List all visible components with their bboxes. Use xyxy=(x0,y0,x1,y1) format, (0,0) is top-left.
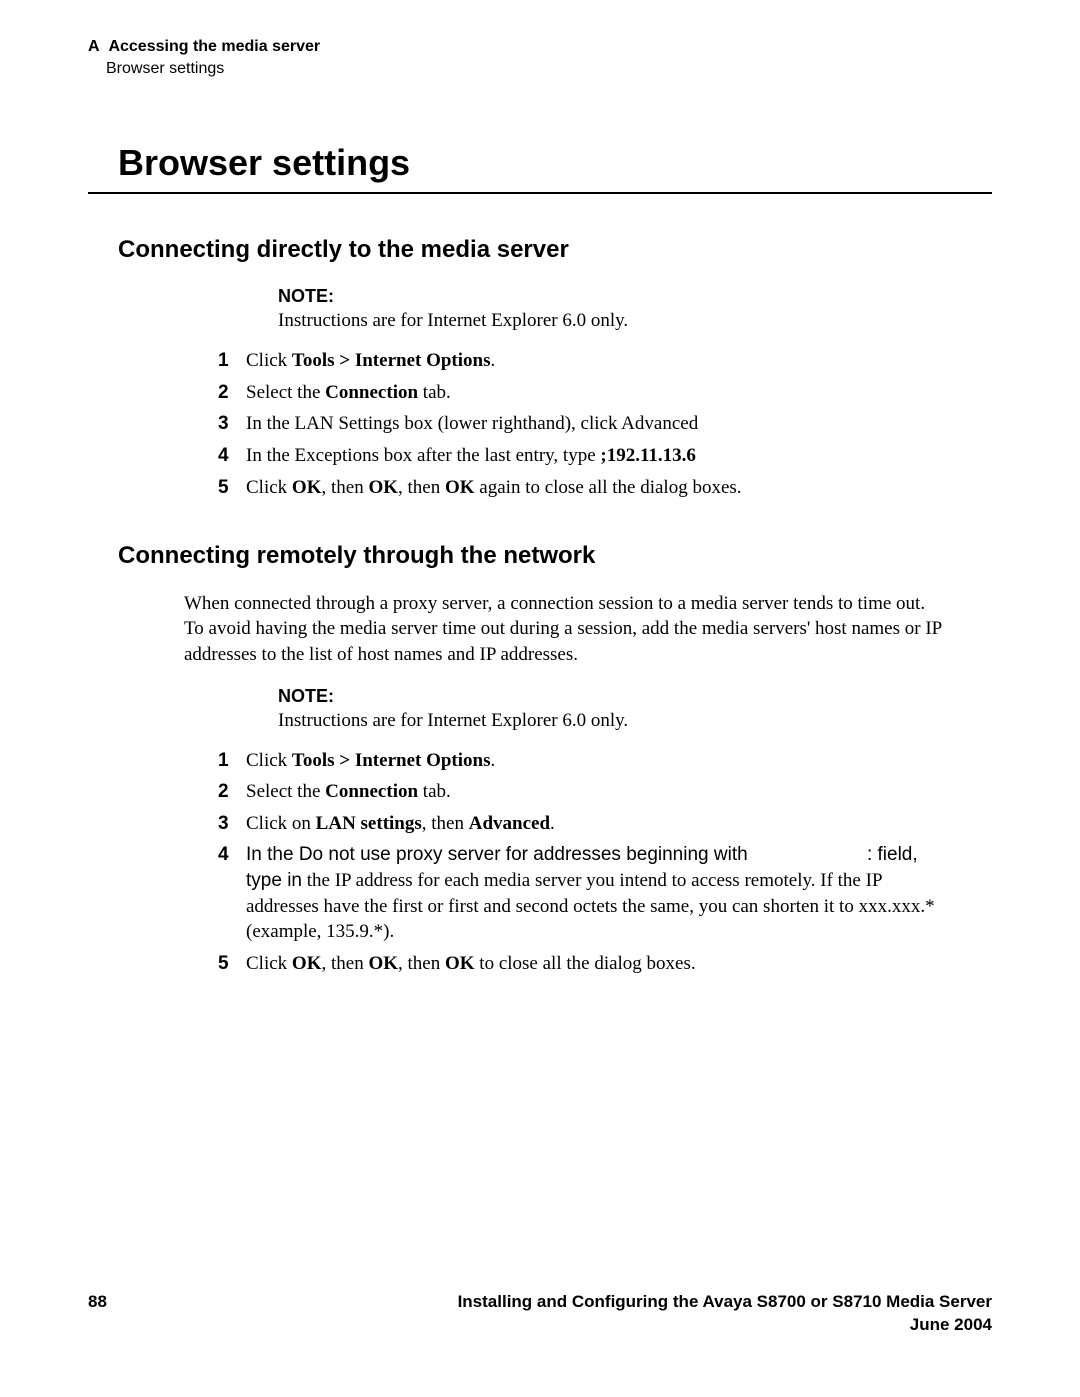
step-body: Click OK, then OK, then OK again to clos… xyxy=(246,475,944,501)
step-body: In the LAN Settings box (lower righthand… xyxy=(246,411,944,437)
step-item: 1 Click Tools > Internet Options. xyxy=(218,748,944,774)
step-body: Select the Connection tab. xyxy=(246,380,944,406)
intro-paragraph: When connected through a proxy server, a… xyxy=(184,591,944,668)
step-body: Click on LAN settings, then Advanced. xyxy=(246,811,944,837)
step-item: 3 In the LAN Settings box (lower rightha… xyxy=(218,411,944,437)
step-number: 5 xyxy=(218,475,246,501)
page-title: Browser settings xyxy=(118,139,992,188)
step-number: 2 xyxy=(218,380,246,406)
note-text: Instructions are for Internet Explorer 6… xyxy=(278,708,992,734)
running-header-sub: Browser settings xyxy=(88,58,992,80)
note-label: NOTE: xyxy=(278,284,992,308)
note-label: NOTE: xyxy=(278,684,992,708)
step-item: 2 Select the Connection tab. xyxy=(218,779,944,805)
step-body: Select the Connection tab. xyxy=(246,779,944,805)
section-heading-direct: Connecting directly to the media server xyxy=(118,234,992,266)
steps-list-remote: 1 Click Tools > Internet Options. 2 Sele… xyxy=(218,748,944,977)
note-block: NOTE: Instructions are for Internet Expl… xyxy=(278,684,992,734)
step-number: 5 xyxy=(218,951,246,977)
step-body: Click Tools > Internet Options. xyxy=(246,748,944,774)
step-item: 4 In the Exceptions box after the last e… xyxy=(218,443,944,469)
step-number: 1 xyxy=(218,348,246,374)
step-number: 3 xyxy=(218,411,246,437)
footer-doc-title: Installing and Configuring the Avaya S87… xyxy=(107,1291,992,1337)
step-item: 5 Click OK, then OK, then OK to close al… xyxy=(218,951,944,977)
step-number: 3 xyxy=(218,811,246,837)
step-item: 3 Click on LAN settings, then Advanced. xyxy=(218,811,944,837)
step-body: Click Tools > Internet Options. xyxy=(246,348,944,374)
note-block: NOTE: Instructions are for Internet Expl… xyxy=(278,284,992,334)
step-item: 1 Click Tools > Internet Options. xyxy=(218,348,944,374)
running-header: A Accessing the media server xyxy=(88,36,992,58)
step-item: 4 In the Do not use proxy server for add… xyxy=(218,842,944,945)
note-text: Instructions are for Internet Explorer 6… xyxy=(278,308,992,334)
step-number: 4 xyxy=(218,842,246,945)
page-number: 88 xyxy=(88,1291,107,1314)
step-body: In the Exceptions box after the last ent… xyxy=(246,443,944,469)
step-number: 2 xyxy=(218,779,246,805)
steps-list-direct: 1 Click Tools > Internet Options. 2 Sele… xyxy=(218,348,944,500)
step-body: Click OK, then OK, then OK to close all … xyxy=(246,951,944,977)
step-body: In the Do not use proxy server for addre… xyxy=(246,842,944,945)
step-item: 2 Select the Connection tab. xyxy=(218,380,944,406)
step-item: 5 Click OK, then OK, then OK again to cl… xyxy=(218,475,944,501)
page-footer: 88 Installing and Configuring the Avaya … xyxy=(88,1291,992,1337)
title-rule xyxy=(88,192,992,194)
step-number: 1 xyxy=(218,748,246,774)
step-number: 4 xyxy=(218,443,246,469)
section-heading-remote: Connecting remotely through the network xyxy=(118,540,992,572)
